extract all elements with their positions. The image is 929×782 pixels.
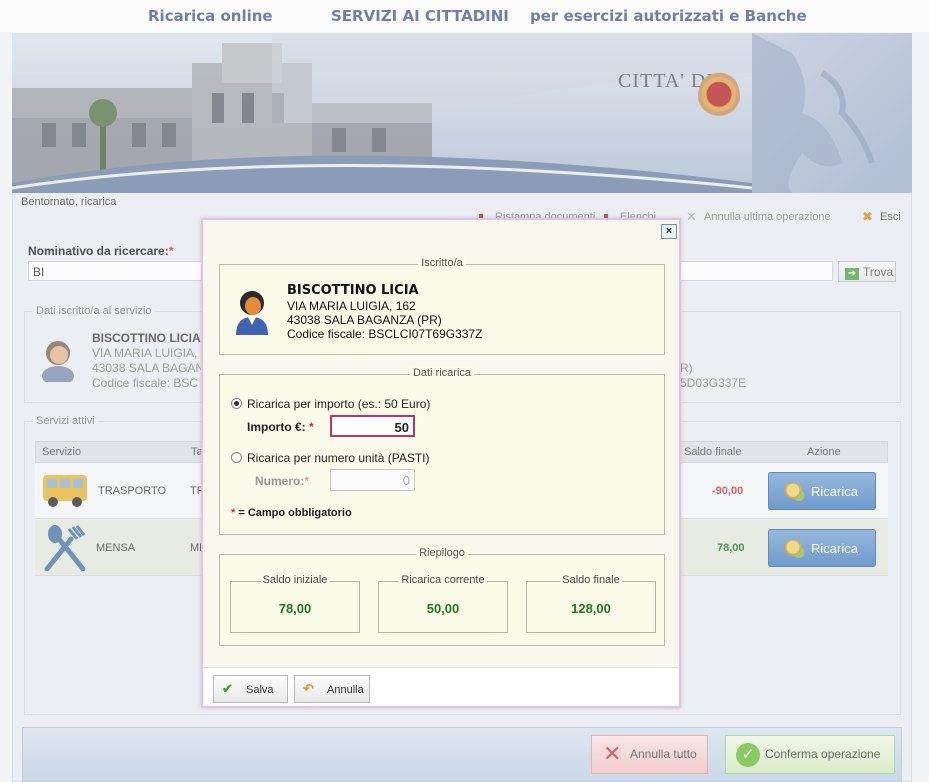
radio-ricarica-unita[interactable]	[231, 452, 242, 463]
importo-input[interactable]: 50	[330, 415, 415, 437]
required-note: * = Campo obbligatorio	[231, 507, 352, 519]
user-avatar-icon	[236, 291, 268, 335]
undo-icon: ↶	[303, 681, 314, 696]
saldo-finale-box: Saldo finale 128,00	[526, 574, 656, 633]
iscritto-address: VIA MARIA LUIGIA, 162	[287, 299, 416, 313]
riepilogo-legend: Riepilogo	[416, 547, 468, 559]
ricarica-dialog: × Iscritto/a BISCOTTINO LICIA VIA MARIA …	[201, 218, 681, 708]
numero-label: Numero:*	[255, 474, 310, 488]
iscritto-city: 43038 SALA BAGANZA (PR)	[287, 313, 442, 327]
saldo-finale-label: Saldo finale	[560, 574, 622, 586]
iscritto-panel: Iscritto/a BISCOTTINO LICIA VIA MARIA LU…	[219, 257, 665, 355]
numero-input[interactable]: 0	[330, 469, 415, 491]
importo-label: Importo €: *	[247, 420, 314, 434]
ricarica-corrente-value: 50,00	[426, 601, 460, 616]
saldo-iniziale-label: Saldo iniziale	[260, 574, 330, 586]
ricarica-corrente-box: Ricarica corrente 50,00	[378, 574, 508, 633]
saldo-iniziale-value: 78,00	[278, 601, 312, 616]
dati-ricarica-panel: Dati ricarica Ricarica per importo (es.:…	[219, 367, 665, 535]
iscritto-codice-fiscale: Codice fiscale: BSCLCI07T69G337Z	[287, 327, 483, 341]
saldo-finale-value: 128,00	[571, 601, 611, 616]
saldo-iniziale-box: Saldo iniziale 78,00	[230, 574, 360, 633]
annulla-button[interactable]: ↶ Annulla	[294, 675, 370, 703]
dati-ricarica-legend: Dati ricarica	[409, 367, 475, 379]
check-icon: ✔	[222, 681, 233, 696]
riepilogo-panel: Riepilogo Saldo iniziale 78,00 Ricarica …	[219, 547, 665, 646]
radio-ricarica-unita-label[interactable]: Ricarica per numero unità (PASTI)	[247, 451, 430, 465]
ricarica-corrente-label: Ricarica corrente	[399, 574, 487, 586]
close-button[interactable]: ×	[661, 224, 677, 239]
iscritto-name: BISCOTTINO LICIA	[287, 283, 419, 298]
radio-ricarica-importo-label[interactable]: Ricarica per importo (es.: 50 Euro)	[247, 397, 430, 411]
radio-ricarica-importo[interactable]	[231, 398, 242, 409]
salva-button[interactable]: ✔ Salva	[213, 675, 288, 703]
dialog-footer: ✔ Salva ↶ Annulla	[203, 667, 679, 706]
iscritto-legend: Iscritto/a	[418, 257, 466, 269]
